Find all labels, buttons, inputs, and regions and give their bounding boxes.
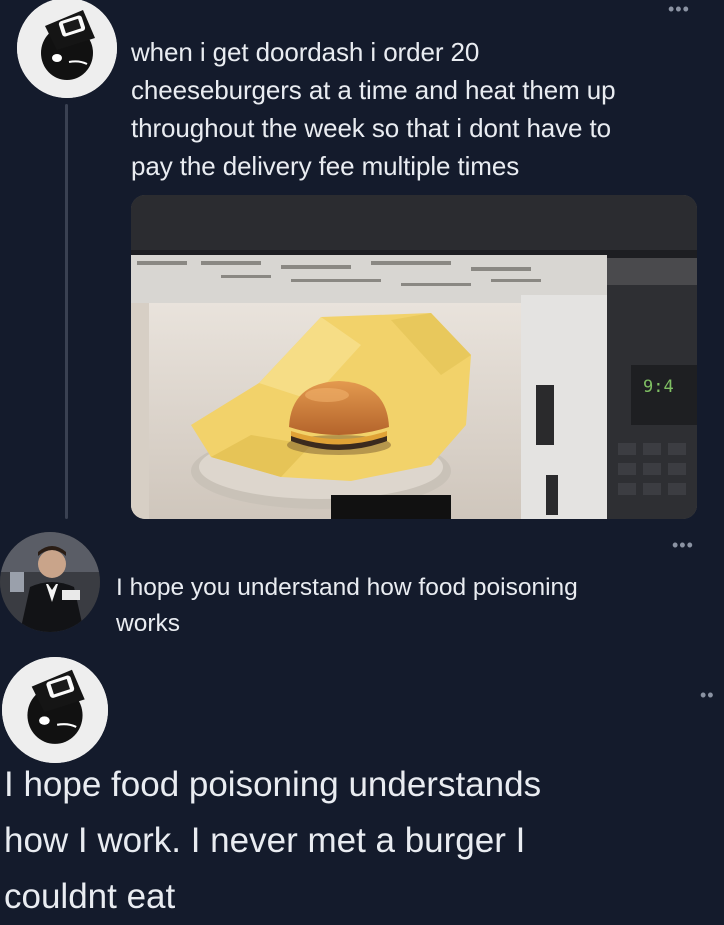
reply-text: I hope you understand how food poisoning… (116, 574, 578, 637)
post-image[interactable]: 9:4 (131, 195, 697, 519)
avatar[interactable] (17, 0, 117, 98)
man-in-tuxedo-icon (0, 532, 100, 632)
masked-character-icon (17, 0, 117, 98)
microwave-display: 9:4 (643, 377, 674, 397)
post-3: •• I hope food poisoning understands how… (0, 650, 724, 916)
avatar[interactable] (2, 657, 108, 763)
post-2: ••• I hope you understand how food poiso… (0, 530, 724, 650)
more-horizontal-icon: •• (700, 685, 715, 705)
more-options-button[interactable]: ••• (668, 0, 690, 18)
thread-line (65, 104, 68, 519)
more-options-button[interactable]: •• (700, 686, 715, 704)
more-horizontal-icon: ••• (672, 535, 694, 555)
more-horizontal-icon: ••• (668, 0, 690, 19)
post-text: when i get doordash i order 20 cheesebur… (131, 37, 616, 181)
avatar[interactable] (0, 532, 100, 632)
burger-in-microwave-image: 9:4 (131, 195, 697, 519)
more-options-button[interactable]: ••• (672, 536, 694, 554)
post-1: ••• when i get doordash i order 20 chees… (0, 0, 724, 530)
masked-character-icon (2, 657, 108, 763)
